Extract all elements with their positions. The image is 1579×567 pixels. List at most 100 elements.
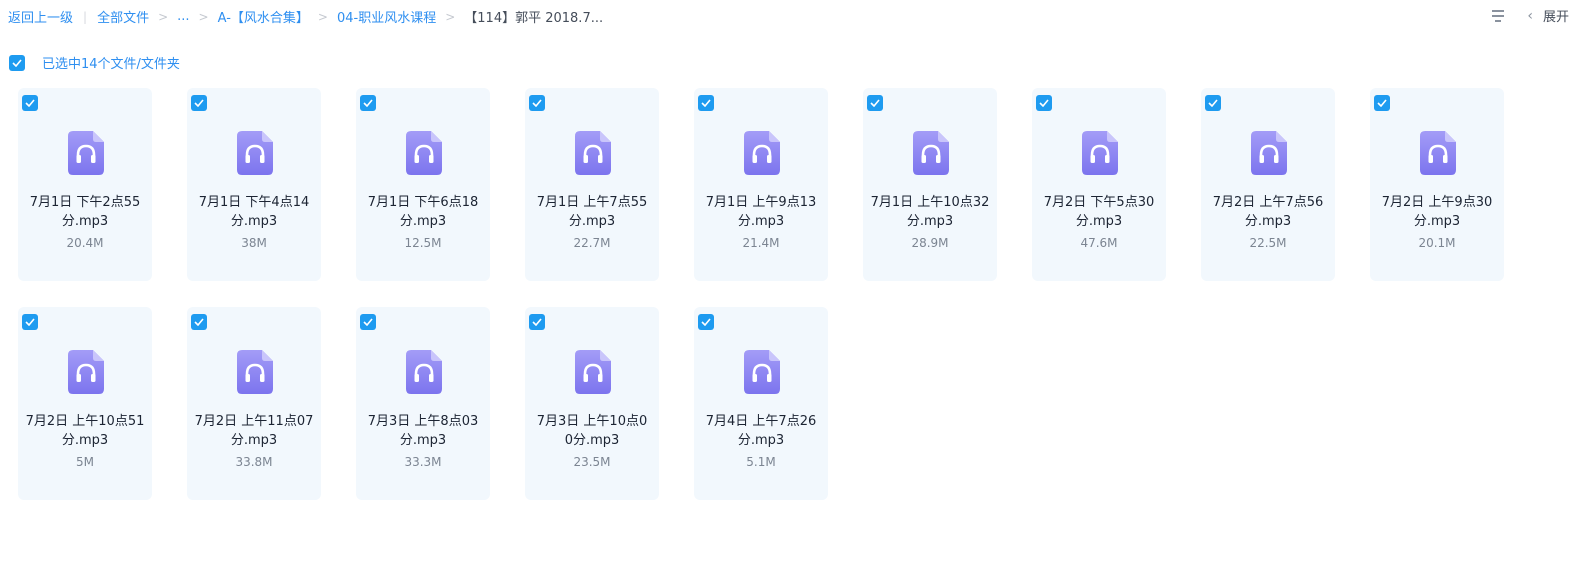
- file-name: 7月1日 上午7点55 分.mp3: [525, 193, 659, 231]
- chevron-left-icon[interactable]: ‹: [1527, 8, 1533, 24]
- file-name: 7月2日 上午9点30 分.mp3: [1370, 193, 1504, 231]
- audio-file-icon: [913, 131, 949, 175]
- file-name-line1: 7月2日 上午9点30: [1381, 195, 1493, 210]
- file-checkbox[interactable]: [1205, 95, 1221, 111]
- file-checkbox[interactable]: [360, 95, 376, 111]
- file-size: 23.5M: [573, 455, 611, 469]
- file-card[interactable]: 7月1日 下午2点55 分.mp3 20.4M: [18, 88, 152, 281]
- file-size: 22.5M: [1249, 236, 1287, 250]
- file-name-line2: 分.mp3: [61, 214, 109, 229]
- breadcrumb-folder-course[interactable]: 04-职业风水课程: [337, 7, 436, 26]
- check-icon: [363, 318, 373, 326]
- file-name-line1: 7月3日 上午10点0: [536, 414, 648, 429]
- top-bar: 返回上一级 | 全部文件 > ... > A-【风水合集】 > 04-职业风水课…: [0, 0, 1579, 32]
- audio-file-icon: [406, 131, 442, 175]
- file-name: 7月2日 上午7点56 分.mp3: [1201, 193, 1335, 231]
- file-card[interactable]: 7月4日 上午7点26 分.mp3 5.1M: [694, 307, 828, 500]
- file-checkbox[interactable]: [360, 314, 376, 330]
- check-icon: [532, 99, 542, 107]
- audio-file-icon: [237, 350, 273, 394]
- file-name-line1: 7月1日 上午7点55: [536, 195, 648, 210]
- file-name: 7月2日 上午10点51 分.mp3: [18, 412, 152, 450]
- check-icon: [870, 99, 880, 107]
- file-checkbox[interactable]: [191, 95, 207, 111]
- file-name-line1: 7月2日 下午5点30: [1043, 195, 1155, 210]
- file-name-line2: 分.mp3: [61, 433, 109, 448]
- audio-file-icon: [237, 131, 273, 175]
- file-checkbox[interactable]: [698, 314, 714, 330]
- audio-file-icon: [1420, 131, 1456, 175]
- file-name: 7月3日 上午10点0 0分.mp3: [525, 412, 659, 450]
- audio-file-icon: [68, 350, 104, 394]
- audio-file-icon: [575, 350, 611, 394]
- file-name-line2: 分.mp3: [1413, 214, 1461, 229]
- file-card[interactable]: 7月2日 下午5点30 分.mp3 47.6M: [1032, 88, 1166, 281]
- check-icon: [363, 99, 373, 107]
- file-card[interactable]: 7月1日 下午6点18 分.mp3 12.5M: [356, 88, 490, 281]
- check-icon: [12, 58, 22, 67]
- back-link[interactable]: 返回上一级: [8, 7, 73, 26]
- file-card[interactable]: 7月1日 上午10点32 分.mp3 28.9M: [863, 88, 997, 281]
- file-name-line1: 7月1日 下午6点18: [367, 195, 479, 210]
- file-checkbox[interactable]: [191, 314, 207, 330]
- file-name-line1: 7月1日 下午4点14: [198, 195, 310, 210]
- file-name: 7月1日 上午9点13 分.mp3: [694, 193, 828, 231]
- file-card[interactable]: 7月3日 上午10点0 0分.mp3 23.5M: [525, 307, 659, 500]
- file-name-line1: 7月2日 上午7点56: [1212, 195, 1324, 210]
- file-card[interactable]: 7月1日 上午9点13 分.mp3 21.4M: [694, 88, 828, 281]
- file-card[interactable]: 7月3日 上午8点03 分.mp3 33.3M: [356, 307, 490, 500]
- file-card[interactable]: 7月2日 上午11点07 分.mp3 33.8M: [187, 307, 321, 500]
- file-name-line2: 分.mp3: [737, 214, 785, 229]
- file-checkbox[interactable]: [22, 95, 38, 111]
- audio-file-icon: [1251, 131, 1287, 175]
- check-icon: [1039, 99, 1049, 107]
- file-card[interactable]: 7月2日 上午9点30 分.mp3 20.1M: [1370, 88, 1504, 281]
- file-card[interactable]: 7月1日 下午4点14 分.mp3 38M: [187, 88, 321, 281]
- selection-bar: 已选中14个文件/文件夹: [9, 53, 180, 72]
- file-name: 7月2日 下午5点30 分.mp3: [1032, 193, 1166, 231]
- file-size: 33.3M: [404, 455, 442, 469]
- file-card[interactable]: 7月2日 上午7点56 分.mp3 22.5M: [1201, 88, 1335, 281]
- audio-file-icon: [744, 350, 780, 394]
- file-checkbox[interactable]: [1036, 95, 1052, 111]
- file-name: 7月1日 上午10点32 分.mp3: [863, 193, 997, 231]
- file-checkbox[interactable]: [867, 95, 883, 111]
- file-name-line2: 分.mp3: [399, 433, 447, 448]
- file-name: 7月3日 上午8点03 分.mp3: [356, 412, 490, 450]
- file-name: 7月2日 上午11点07 分.mp3: [187, 412, 321, 450]
- file-size: 21.4M: [742, 236, 780, 250]
- breadcrumb-all-files[interactable]: 全部文件: [97, 7, 149, 26]
- file-checkbox[interactable]: [529, 95, 545, 111]
- file-size: 47.6M: [1080, 236, 1118, 250]
- file-card[interactable]: 7月2日 上午10点51 分.mp3 5M: [18, 307, 152, 500]
- file-checkbox[interactable]: [529, 314, 545, 330]
- file-name: 7月1日 下午4点14 分.mp3: [187, 193, 321, 231]
- file-checkbox[interactable]: [22, 314, 38, 330]
- expand-button[interactable]: 展开: [1543, 6, 1569, 25]
- file-name-line2: 分.mp3: [906, 214, 954, 229]
- check-icon: [194, 318, 204, 326]
- file-name-line1: 7月1日 上午9点13: [705, 195, 817, 210]
- view-tools: ‹ 展开: [1491, 6, 1569, 25]
- file-size: 12.5M: [404, 236, 442, 250]
- breadcrumb-ellipsis[interactable]: ...: [177, 9, 189, 24]
- list-view-icon[interactable]: [1491, 9, 1505, 23]
- file-checkbox[interactable]: [1374, 95, 1390, 111]
- check-icon: [25, 318, 35, 326]
- select-all-checkbox[interactable]: [9, 54, 25, 71]
- file-name: 7月1日 下午6点18 分.mp3: [356, 193, 490, 231]
- check-icon: [194, 99, 204, 107]
- file-card[interactable]: 7月1日 上午7点55 分.mp3 22.7M: [525, 88, 659, 281]
- breadcrumb-divider: |: [83, 9, 88, 24]
- file-name-line1: 7月2日 上午11点07: [194, 414, 314, 429]
- file-size: 28.9M: [911, 236, 949, 250]
- file-name-line1: 7月4日 上午7点26: [705, 414, 817, 429]
- file-size: 22.7M: [573, 236, 611, 250]
- check-icon: [25, 99, 35, 107]
- file-name-line2: 分.mp3: [230, 214, 278, 229]
- breadcrumb-folder-fengshui[interactable]: A-【风水合集】: [218, 7, 309, 26]
- check-icon: [701, 318, 711, 326]
- audio-file-icon: [406, 350, 442, 394]
- file-checkbox[interactable]: [698, 95, 714, 111]
- audio-file-icon: [68, 131, 104, 175]
